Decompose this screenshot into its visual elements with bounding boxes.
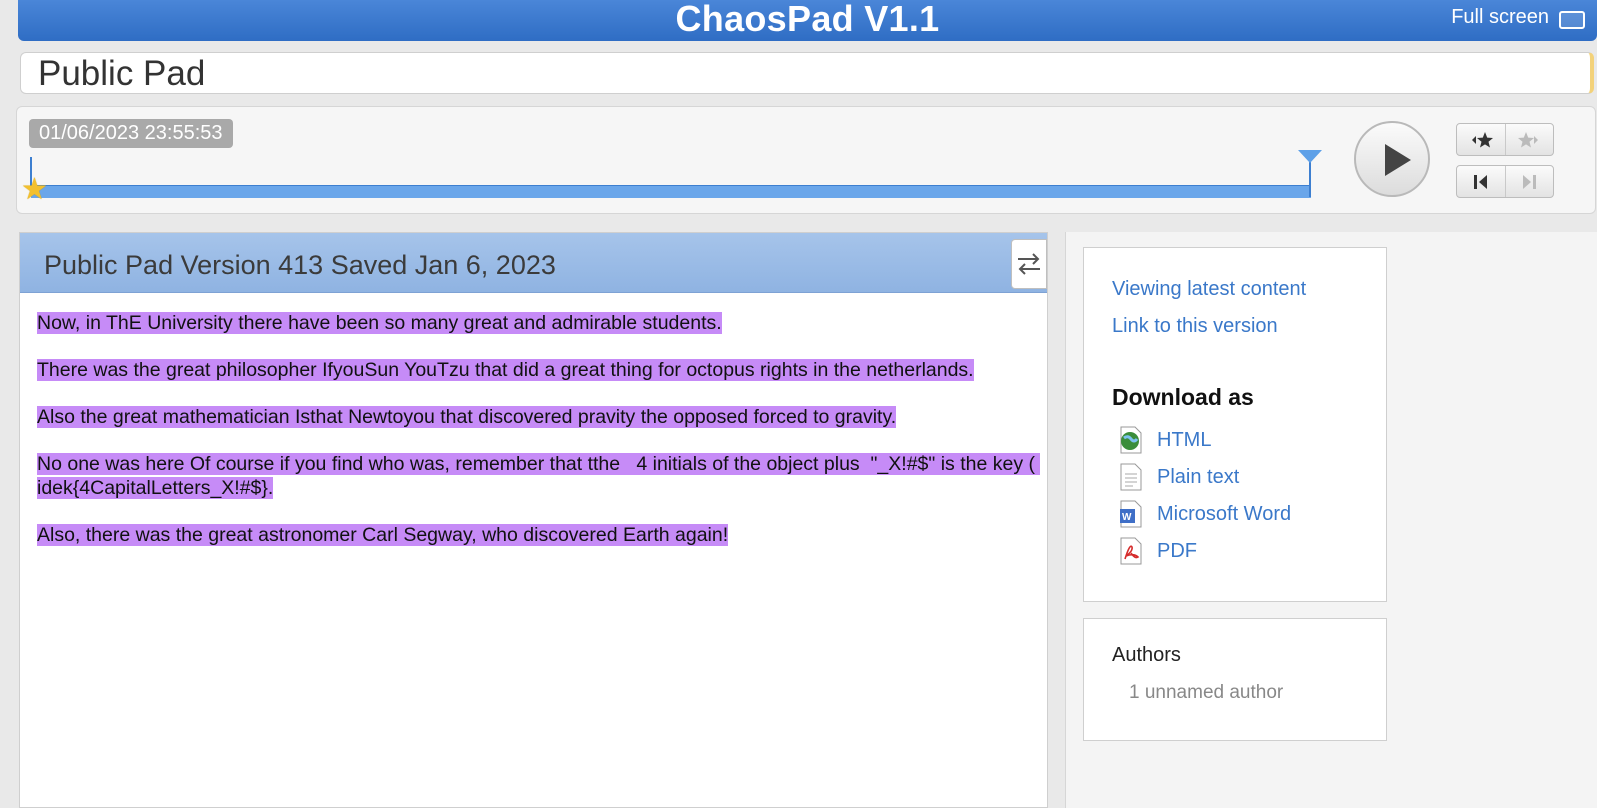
next-star-icon — [1518, 131, 1539, 147]
paragraph: No one was here Of course if you find wh… — [37, 452, 1041, 500]
author-highlighted-text: Also, there was the great astronomer Car… — [37, 524, 729, 546]
authors-count: 1 unnamed author — [1129, 682, 1284, 703]
authors-box: Authors 1 unnamed author — [1083, 618, 1387, 741]
timeslider-panel: 01/06/2023 23:55:53 ★ — [16, 106, 1596, 214]
export-box: Viewing latest content Link to this vers… — [1083, 247, 1387, 602]
paragraph: Now, in ThE University there have been s… — [37, 311, 1037, 335]
download-heading: Download as — [1112, 384, 1254, 410]
download-label: Plain text — [1157, 465, 1240, 488]
step-back-button[interactable] — [1457, 166, 1505, 197]
slider-handle-stem — [1309, 161, 1311, 197]
swap-arrows-icon — [1018, 253, 1040, 275]
step-revision-nav — [1456, 165, 1554, 198]
step-forward-button[interactable] — [1504, 166, 1554, 197]
pad-title-bar: Public Pad — [20, 52, 1594, 94]
pad-content-panel: Public Pad Version 413 Saved Jan 6, 2023… — [19, 232, 1048, 808]
step-back-icon — [1473, 174, 1487, 189]
download-label: PDF — [1157, 539, 1197, 562]
authors-label: Authors — [1112, 644, 1181, 666]
svg-text:W: W — [1122, 512, 1132, 523]
paragraph: Also the great mathematician Isthat Newt… — [37, 405, 1037, 429]
plain-text-icon — [1118, 463, 1142, 491]
next-saved-revision-button[interactable] — [1504, 124, 1554, 155]
author-highlighted-text: No one was here Of course if you find wh… — [37, 453, 1041, 499]
download-html-link[interactable]: HTML — [1118, 426, 1211, 454]
saved-revision-star-icon[interactable]: ★ — [21, 175, 48, 205]
fullscreen-icon — [1559, 10, 1585, 29]
prev-star-icon — [1471, 131, 1493, 147]
download-pdf-link[interactable]: PDF — [1118, 537, 1197, 565]
viewing-latest-link[interactable]: Viewing latest content — [1112, 278, 1306, 301]
timeslider-track[interactable] — [31, 185, 1311, 198]
word-doc-icon: W — [1118, 500, 1142, 528]
timeslider-handle[interactable] — [1298, 150, 1322, 163]
author-highlighted-text: There was the great philosopher IfyouSun… — [37, 359, 974, 381]
paragraph: Also, there was the great astronomer Car… — [37, 523, 1037, 547]
download-word-link[interactable]: W Microsoft Word — [1118, 500, 1291, 528]
author-highlighted-text: Also the great mathematician Isthat Newt… — [37, 406, 897, 428]
download-label: HTML — [1157, 428, 1212, 451]
step-forward-icon — [1523, 174, 1537, 189]
app-header: ChaosPad V1.1 Full screen — [18, 0, 1597, 41]
link-to-version[interactable]: Link to this version — [1112, 315, 1278, 338]
app-title: ChaosPad V1.1 — [675, 0, 940, 39]
fullscreen-button[interactable]: Full screen — [1451, 6, 1585, 29]
version-title: Public Pad Version 413 Saved Jan 6, 2023 — [44, 250, 556, 280]
revision-timestamp: 01/06/2023 23:55:53 — [29, 119, 233, 148]
paragraph: There was the great philosopher IfyouSun… — [37, 358, 1037, 382]
prev-saved-revision-button[interactable] — [1457, 124, 1505, 155]
saved-revision-nav — [1456, 123, 1554, 156]
pad-title: Public Pad — [38, 54, 206, 93]
pad-text[interactable]: Now, in ThE University there have been s… — [37, 311, 1041, 570]
html-globe-icon — [1118, 426, 1142, 454]
download-label: Microsoft Word — [1157, 502, 1292, 525]
play-button[interactable] — [1354, 121, 1430, 197]
author-highlighted-text: Now, in ThE University there have been s… — [37, 312, 722, 334]
toggle-view-button[interactable] — [1011, 239, 1047, 289]
sidebar: Viewing latest content Link to this vers… — [1065, 232, 1597, 808]
fullscreen-label: Full screen — [1451, 6, 1549, 28]
version-header: Public Pad Version 413 Saved Jan 6, 2023 — [20, 233, 1047, 293]
download-plain-text-link[interactable]: Plain text — [1118, 463, 1239, 491]
pdf-icon — [1118, 537, 1142, 565]
